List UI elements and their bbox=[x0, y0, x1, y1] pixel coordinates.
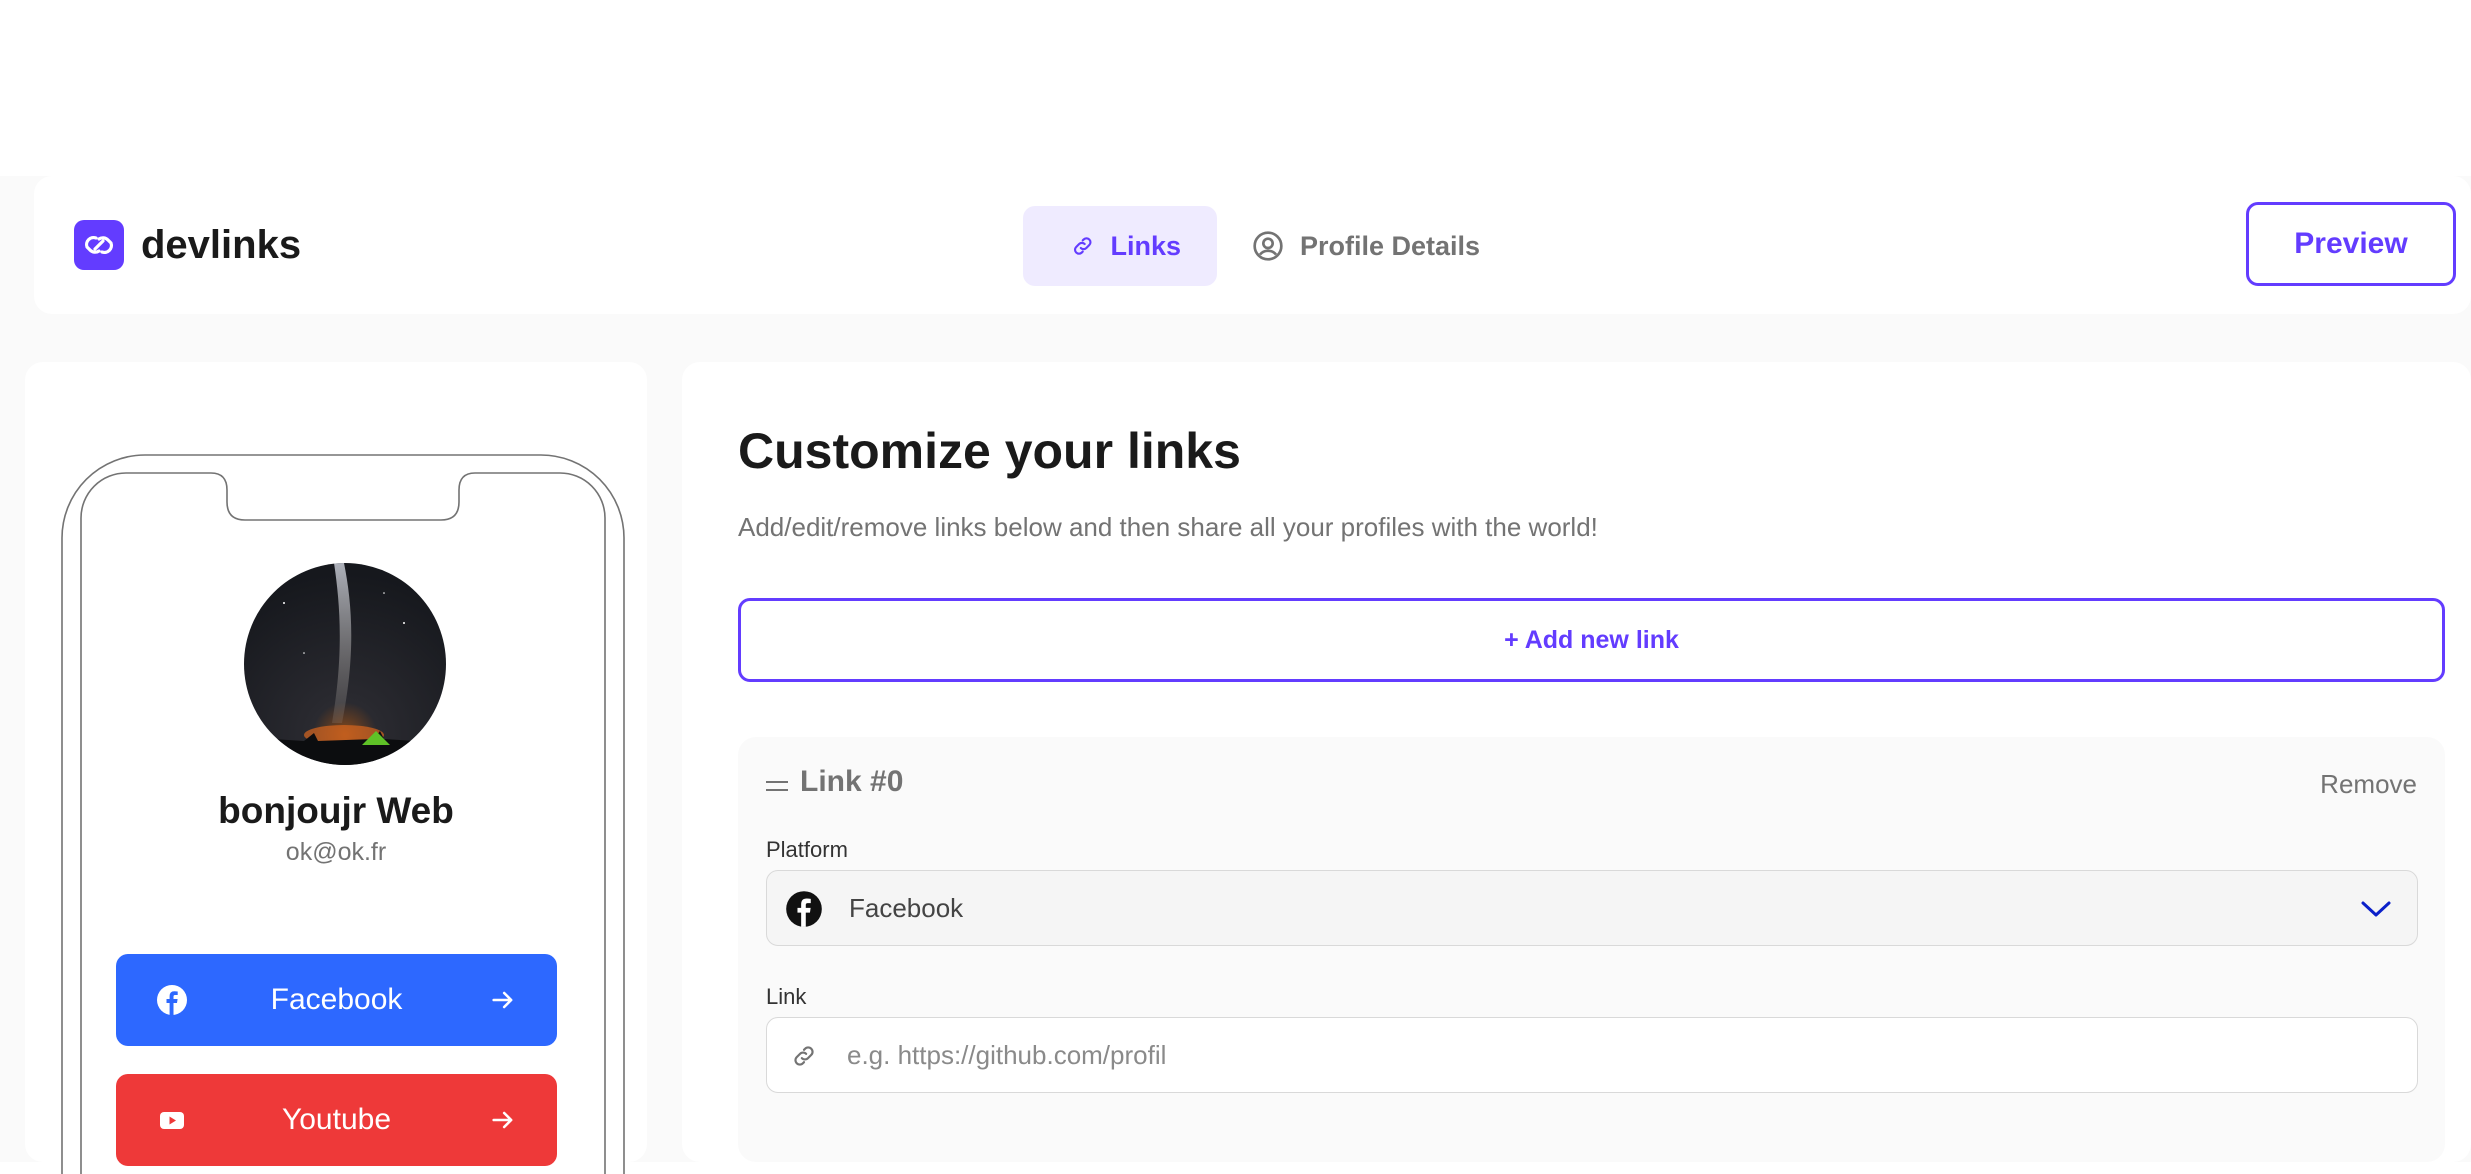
tab-links[interactable]: Links bbox=[1023, 206, 1217, 286]
facebook-icon bbox=[786, 891, 822, 927]
phone-preview-panel: bonjoujr Web ok@ok.fr Facebook Youtube bbox=[25, 362, 647, 1174]
page-title: Customize your links bbox=[738, 423, 1241, 479]
youtube-icon bbox=[160, 1112, 184, 1129]
arrow-right-icon bbox=[492, 1111, 513, 1129]
link-icon bbox=[1073, 237, 1092, 255]
add-new-link-button[interactable]: + Add new link bbox=[738, 598, 2445, 682]
profile-name: bonjoujr Web bbox=[218, 790, 454, 831]
top-navbar: devlinks Links Profile Details Preview bbox=[34, 176, 2471, 314]
link-card: Link #0 Remove Platform Facebook Link bbox=[738, 737, 2445, 1162]
devlinks-logo-icon bbox=[74, 220, 124, 270]
profile-email: ok@ok.fr bbox=[285, 838, 387, 866]
facebook-icon bbox=[157, 985, 187, 1015]
platform-select-value: Facebook bbox=[849, 893, 964, 923]
avatar bbox=[244, 563, 446, 765]
preview-button[interactable]: Preview bbox=[2246, 202, 2456, 286]
app-name: devlinks bbox=[141, 222, 302, 267]
link-card-title: Link #0 bbox=[800, 765, 904, 798]
preview-link-youtube[interactable]: Youtube bbox=[116, 1074, 557, 1166]
preview-link-label: Youtube bbox=[281, 1103, 391, 1136]
platform-label: Platform bbox=[766, 837, 848, 862]
page-subtitle: Add/edit/remove links below and then sha… bbox=[738, 512, 1598, 542]
link-url-input[interactable] bbox=[847, 1034, 2387, 1076]
drag-handle-icon[interactable] bbox=[766, 779, 788, 793]
remove-link-button[interactable]: Remove bbox=[2320, 769, 2417, 800]
preview-link-label: Facebook bbox=[270, 983, 403, 1016]
tab-profile-details-label: Profile Details bbox=[1300, 230, 1481, 261]
tab-links-label: Links bbox=[1110, 230, 1181, 261]
user-circle-icon bbox=[1253, 231, 1283, 261]
tab-profile-details[interactable]: Profile Details bbox=[1240, 206, 1540, 286]
link-input-wrapper bbox=[766, 1017, 2418, 1093]
preview-link-facebook[interactable]: Facebook bbox=[116, 954, 557, 1046]
chevron-down-icon bbox=[2361, 901, 2391, 917]
link-label: Link bbox=[766, 984, 807, 1009]
link-icon bbox=[794, 1046, 814, 1066]
platform-select[interactable]: Facebook bbox=[766, 870, 2418, 946]
links-editor-panel: Customize your links Add/edit/remove lin… bbox=[682, 362, 2471, 1162]
arrow-right-icon bbox=[492, 991, 513, 1009]
